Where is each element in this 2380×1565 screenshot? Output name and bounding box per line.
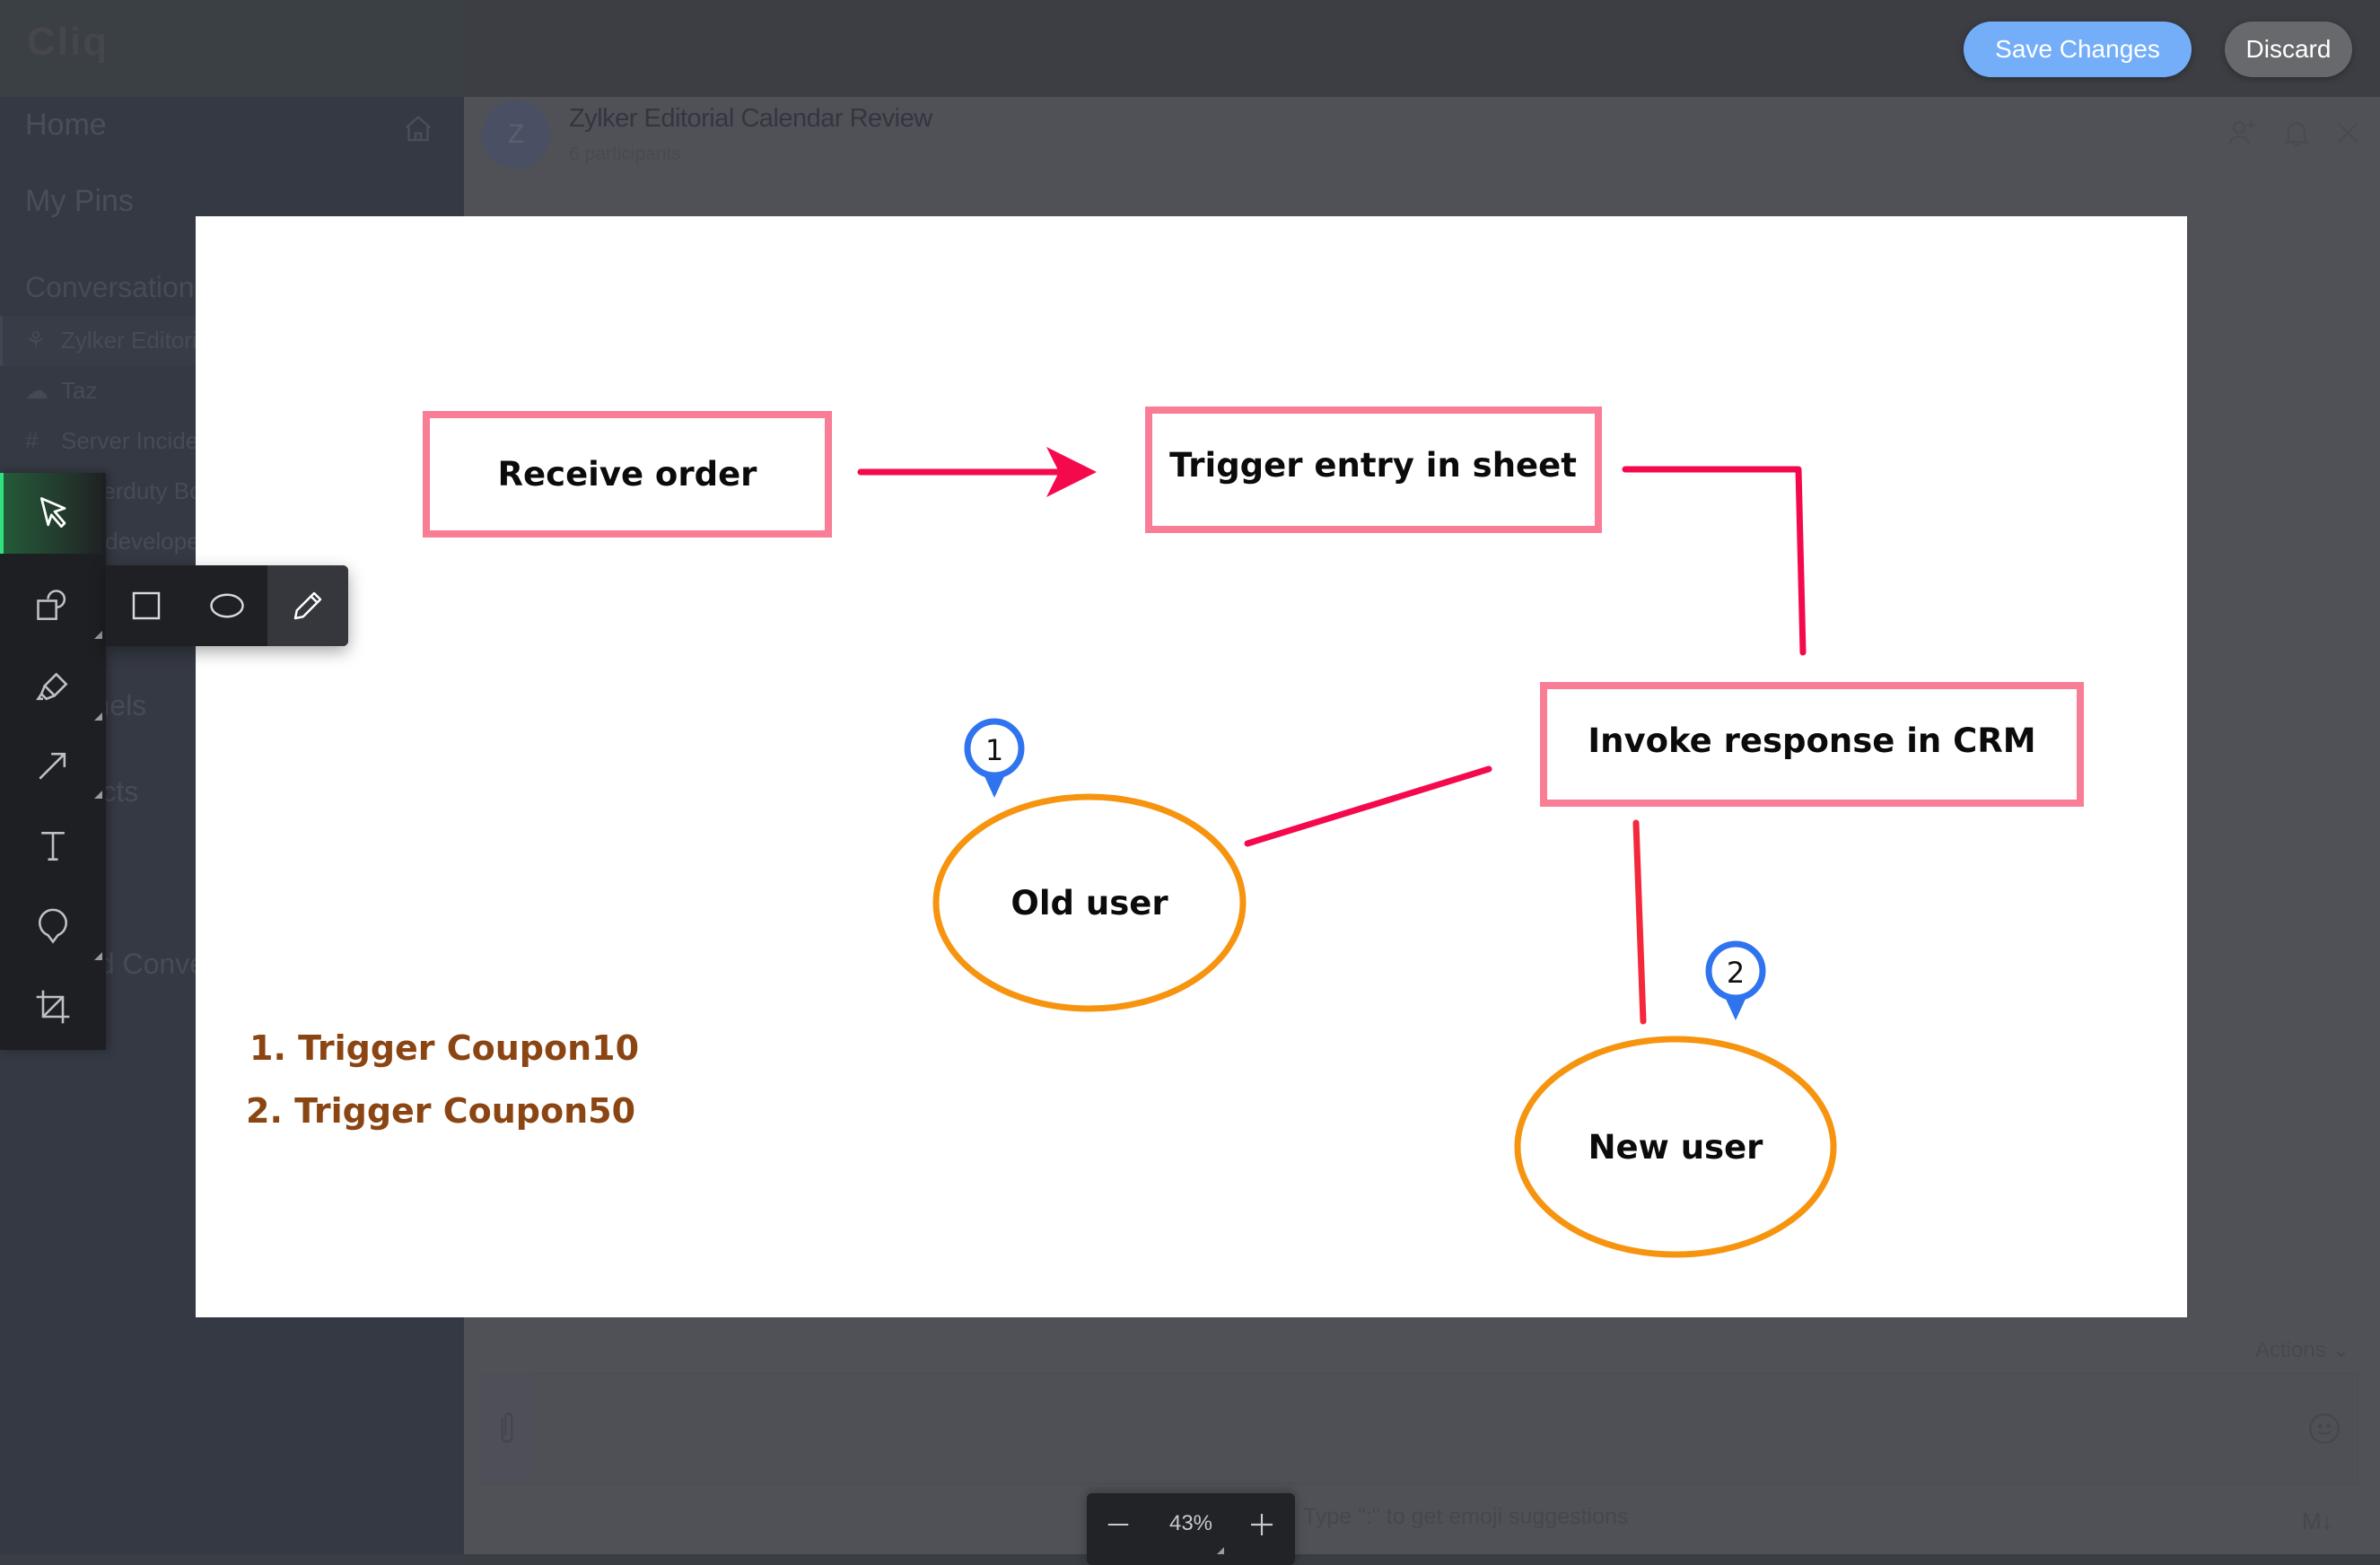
submenu-indicator bbox=[94, 631, 102, 639]
ellipse-label: Old user bbox=[1011, 884, 1168, 922]
connector-trigger-to-crm[interactable] bbox=[1622, 466, 1807, 656]
marker-2[interactable]: 2 bbox=[1705, 940, 1766, 1020]
callout-icon bbox=[39, 908, 67, 944]
emoji-icon[interactable] bbox=[2307, 1412, 2341, 1446]
conversation-item[interactable]: ☁ Taz bbox=[25, 377, 97, 405]
marker-1[interactable]: 1 bbox=[964, 718, 1025, 798]
annotation-canvas[interactable]: Receive order Trigger entry in sheet Inv… bbox=[196, 216, 2187, 1317]
save-changes-button[interactable]: Save Changes bbox=[1964, 22, 2192, 77]
box-label: Trigger entry in sheet bbox=[1169, 446, 1577, 485]
markdown-icon[interactable]: M↓ bbox=[2302, 1508, 2333, 1535]
plus-icon bbox=[1251, 1514, 1273, 1535]
actions-dropdown[interactable]: Actions ⌄ bbox=[2255, 1337, 2349, 1363]
paperclip-icon bbox=[501, 1412, 513, 1443]
attachment-button[interactable] bbox=[482, 1373, 532, 1482]
home-icon[interactable] bbox=[402, 113, 434, 145]
conversations-title[interactable]: Conversations bbox=[25, 271, 209, 304]
annotation-toolbar bbox=[0, 473, 106, 1050]
marker-number: 1 bbox=[985, 733, 1003, 767]
submenu-indicator bbox=[94, 952, 102, 960]
zoom-in-button[interactable] bbox=[1239, 1502, 1284, 1547]
marker-number: 2 bbox=[1727, 956, 1745, 990]
close-chat-icon[interactable] bbox=[2332, 117, 2364, 149]
zoom-control: 43% bbox=[1087, 1493, 1295, 1565]
arrow-icon bbox=[39, 752, 66, 780]
box-receive-order[interactable]: Receive order bbox=[423, 411, 832, 538]
box-label: Invoke response in CRM bbox=[1588, 721, 2035, 760]
sidebar-header: Cliq bbox=[0, 0, 464, 97]
shape-rectangle[interactable] bbox=[106, 565, 187, 646]
connector-crm-to-old-user[interactable] bbox=[1244, 765, 1492, 847]
zoom-options-indicator bbox=[1217, 1547, 1224, 1554]
chat-avatar: Z bbox=[482, 101, 550, 169]
box-label: Receive order bbox=[498, 455, 758, 494]
box-trigger-entry[interactable]: Trigger entry in sheet bbox=[1145, 407, 1602, 533]
tool-arrow[interactable] bbox=[0, 725, 106, 806]
bot-icon: ☁ bbox=[25, 377, 48, 404]
discard-button[interactable]: Discard bbox=[2225, 22, 2352, 77]
pencil-icon bbox=[293, 591, 322, 620]
shape-ellipse[interactable] bbox=[187, 565, 267, 646]
chat-title: Zylker Editorial Calendar Review bbox=[569, 104, 932, 133]
zoom-out-button[interactable] bbox=[1096, 1502, 1141, 1547]
submenu-indicator bbox=[94, 791, 102, 799]
nav-home[interactable]: Home bbox=[25, 108, 107, 143]
crop-icon bbox=[36, 990, 70, 1024]
ellipse-old-user[interactable]: Old user bbox=[932, 793, 1247, 1012]
chat-participants[interactable]: 6 participants bbox=[569, 144, 681, 165]
app-logo: Cliq bbox=[27, 20, 109, 64]
tool-shapes[interactable] bbox=[0, 565, 106, 646]
connector-crm-to-new-user[interactable] bbox=[1632, 819, 1647, 1025]
composer-hint: Type ":" to get emoji suggestions bbox=[1303, 1504, 1629, 1529]
tool-text[interactable] bbox=[0, 806, 106, 887]
zoom-level[interactable]: 43% bbox=[1150, 1511, 1232, 1536]
minus-icon bbox=[1107, 1524, 1129, 1526]
message-composer[interactable] bbox=[481, 1373, 2358, 1484]
nav-my-pins[interactable]: My Pins bbox=[25, 184, 134, 219]
shape-pencil[interactable] bbox=[267, 565, 348, 646]
legend-item-1[interactable]: 1. Trigger Coupon10 bbox=[249, 1028, 639, 1068]
shapes-icon bbox=[37, 590, 66, 620]
tool-select[interactable] bbox=[0, 473, 106, 554]
ellipse-label: New user bbox=[1588, 1128, 1764, 1167]
rectangle-icon bbox=[132, 591, 161, 620]
ellipse-icon bbox=[210, 593, 244, 618]
ellipse-new-user[interactable]: New user bbox=[1514, 1036, 1837, 1258]
text-icon bbox=[41, 832, 65, 861]
box-invoke-crm[interactable]: Invoke response in CRM bbox=[1540, 682, 2084, 807]
cursor-icon bbox=[39, 497, 66, 529]
submenu-indicator bbox=[94, 713, 102, 721]
tool-callout[interactable] bbox=[0, 887, 106, 967]
tool-highlighter[interactable] bbox=[0, 647, 106, 728]
hash-icon: # bbox=[25, 427, 39, 454]
notification-bell-icon[interactable] bbox=[2280, 117, 2313, 149]
add-participant-icon[interactable] bbox=[2226, 117, 2258, 149]
group-icon: ⚘ bbox=[25, 327, 47, 354]
highlighter-icon bbox=[36, 672, 68, 701]
shape-flyout bbox=[106, 565, 348, 646]
legend-item-2[interactable]: 2. Trigger Coupon50 bbox=[246, 1091, 635, 1131]
diagram-svg: Receive order Trigger entry in sheet Inv… bbox=[246, 407, 2084, 1258]
tool-crop[interactable] bbox=[0, 966, 106, 1047]
